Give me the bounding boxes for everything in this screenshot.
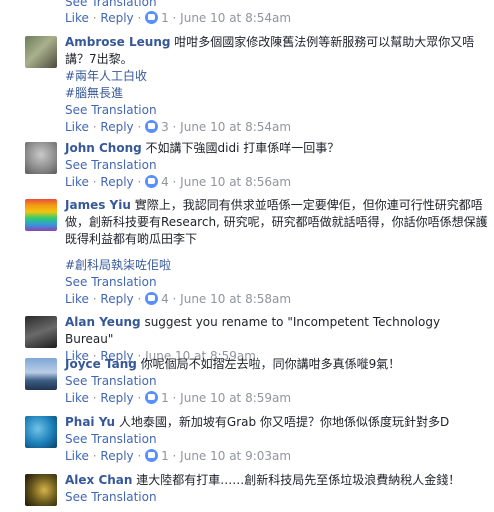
like-count[interactable]: 1	[161, 449, 169, 463]
commenter-name[interactable]: Alan Yeung	[65, 315, 141, 329]
avatar[interactable]	[25, 142, 57, 174]
hashtag-link[interactable]: #兩年人工白收	[65, 68, 490, 85]
comment-time[interactable]: June 10 at 8:54am	[180, 120, 291, 134]
reply-link[interactable]: Reply	[100, 11, 133, 25]
comment: John Chong 不如講下強國didi 打車係咩一回事？ See Trans…	[25, 140, 490, 190]
comment-time[interactable]: June 10 at 8:59am	[180, 391, 291, 405]
like-badge-icon	[145, 120, 159, 133]
like-badge-icon	[145, 292, 159, 305]
commenter-name[interactable]: John Chong	[65, 141, 142, 155]
comment-actions: Like · Reply · 1 · June 10 at 8:59am	[65, 391, 292, 405]
comment-time[interactable]: June 10 at 8:56am	[180, 175, 291, 189]
like-badge-icon	[145, 391, 159, 404]
comment: Phai Yu 人地泰國，新加坡有Grab 你又唔提？你地係似係度玩針對多D S…	[25, 414, 490, 464]
see-translation-link[interactable]: See Translation	[65, 102, 490, 119]
commenter-name[interactable]: Joyce Tang	[65, 357, 137, 371]
comment-text: 不如講下強國didi 打車係咩一回事？	[145, 141, 340, 155]
commenter-name[interactable]: James Yiu	[65, 198, 131, 212]
comment-actions: Like · Reply · 3 · June 10 at 8:54am	[65, 120, 292, 134]
hashtag-link[interactable]: #腦無長進	[65, 85, 490, 102]
comment-text: 你呢個局不如摺左去啦，同你講咁多真係嘥9氣！	[140, 357, 401, 371]
comment-actions: Like · Reply · 4 · June 10 at 8:56am	[65, 175, 292, 189]
reply-link[interactable]: Reply	[100, 449, 133, 463]
avatar[interactable]	[25, 416, 57, 448]
previous-comment-footer: See Translation Like · Reply · 1 · June …	[65, 0, 291, 26]
see-translation-link[interactable]: See Translation	[65, 157, 490, 174]
comment-text: 連大陸都有打車……創新科技局先至係垃圾浪費納稅人金錢！	[136, 473, 461, 487]
commenter-name[interactable]: Ambrose Leung	[65, 35, 170, 49]
comment-actions: Like · Reply · 1 · June 10 at 9:03am	[65, 449, 292, 463]
comment-time[interactable]: June 10 at 8:58am	[180, 292, 291, 306]
like-badge-icon	[145, 11, 159, 24]
commenter-name[interactable]: Phai Yu	[65, 415, 115, 429]
avatar[interactable]	[25, 474, 57, 506]
see-translation-link[interactable]: See Translation	[65, 274, 490, 291]
like-count[interactable]: 1	[161, 391, 169, 405]
like-link[interactable]: Like	[65, 391, 89, 405]
commenter-name[interactable]: Alex Chan	[65, 473, 132, 487]
comment: James Yiu 實際上，我認同有供求並唔係一定要俾佢，但你連可行性研究都唔做…	[25, 197, 490, 307]
comment-actions: Like · Reply · 1 · June 10 at 8:54am	[65, 11, 292, 25]
like-count[interactable]: 3	[161, 120, 169, 134]
like-link[interactable]: Like	[65, 120, 89, 134]
see-translation-link[interactable]: See Translation	[65, 0, 291, 10]
comment-time[interactable]: June 10 at 9:03am	[180, 449, 291, 463]
comment-text: 人地泰國，新加坡有Grab 你又唔提？你地係似係度玩針對多D	[118, 415, 450, 429]
reply-link[interactable]: Reply	[100, 175, 133, 189]
hashtag-link[interactable]: #創科局執柒咗佢啦	[65, 257, 490, 274]
like-link[interactable]: Like	[65, 292, 89, 306]
like-count[interactable]: 1	[161, 11, 169, 25]
avatar[interactable]	[25, 358, 57, 390]
comment-actions: Like · Reply · 4 · June 10 at 8:58am	[65, 292, 292, 306]
like-badge-icon	[145, 449, 159, 462]
see-translation-link[interactable]: See Translation	[65, 489, 490, 506]
reply-link[interactable]: Reply	[100, 120, 133, 134]
see-translation-link[interactable]: See Translation	[65, 431, 490, 448]
reply-link[interactable]: Reply	[100, 292, 133, 306]
see-translation-link[interactable]: See Translation	[65, 373, 490, 390]
like-badge-icon	[145, 175, 159, 188]
avatar[interactable]	[25, 316, 57, 348]
avatar[interactable]	[25, 36, 57, 68]
like-count[interactable]: 4	[161, 292, 169, 306]
comment-time[interactable]: June 10 at 8:54am	[180, 11, 291, 25]
reply-link[interactable]: Reply	[100, 391, 133, 405]
like-link[interactable]: Like	[65, 175, 89, 189]
avatar[interactable]	[25, 199, 57, 231]
like-link[interactable]: Like	[65, 11, 89, 25]
like-link[interactable]: Like	[65, 449, 89, 463]
comment: Alex Chan 連大陸都有打車……創新科技局先至係垃圾浪費納稅人金錢！ Se…	[25, 472, 490, 506]
comment: Ambrose Leung 咁咁多個國家修改陳舊法例等新服務可以幫助大眾你又唔講…	[25, 34, 490, 135]
like-count[interactable]: 4	[161, 175, 169, 189]
comment: Joyce Tang 你呢個局不如摺左去啦，同你講咁多真係嘥9氣！ See Tr…	[25, 356, 490, 406]
